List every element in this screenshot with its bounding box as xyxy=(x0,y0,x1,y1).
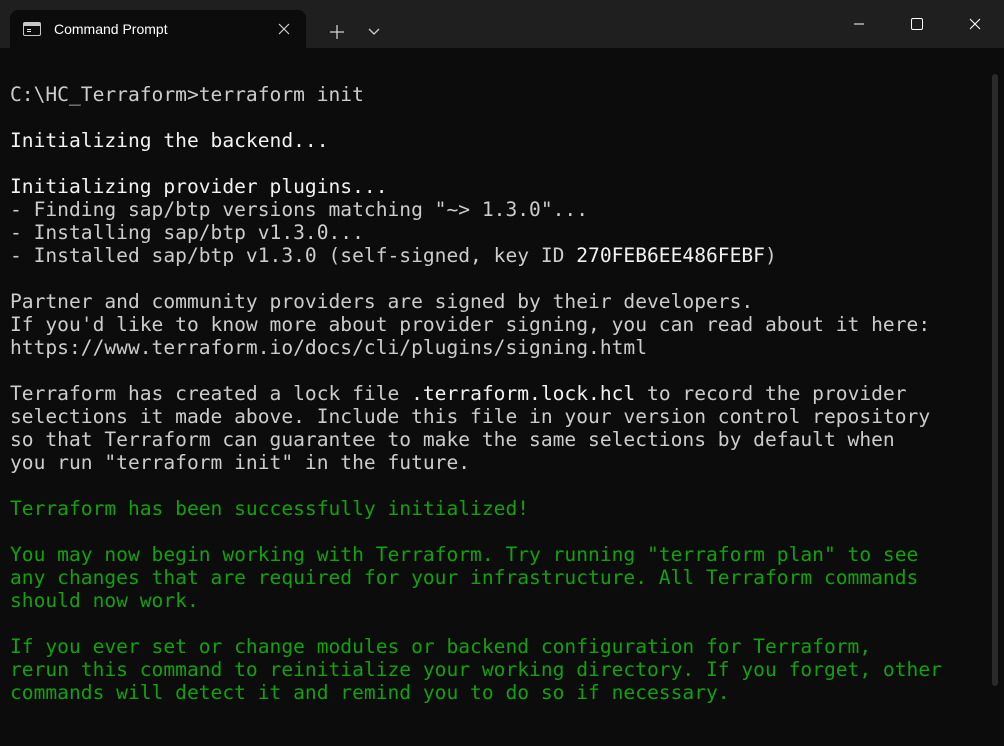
terminal-line: should now work. xyxy=(10,589,199,612)
scrollbar[interactable] xyxy=(992,74,998,686)
terminal-line: you run "terraform init" in the future. xyxy=(10,451,471,474)
terminal-line: Initializing the backend... xyxy=(10,129,329,152)
plus-icon xyxy=(330,25,344,39)
terminal-line: You may now begin working with Terraform… xyxy=(10,543,919,566)
terminal-line: - Finding sap/btp versions matching "~> … xyxy=(10,198,589,221)
terminal-window: Command Prompt C:\HC_Terraform>terraform… xyxy=(0,0,1004,746)
terminal-line: Terraform has been successfully initiali… xyxy=(10,497,530,520)
maximize-button[interactable] xyxy=(888,0,946,48)
terminal-line: - Installed sap/btp v1.3.0 (self-signed,… xyxy=(10,244,777,267)
terminal-line: - Installing sap/btp v1.3.0... xyxy=(10,221,364,244)
command-prompt-icon xyxy=(23,22,41,36)
terminal-area[interactable]: C:\HC_Terraform>terraform init Initializi… xyxy=(0,48,1004,746)
new-tab-button[interactable] xyxy=(324,19,350,45)
terminal-line: rerun this command to reinitialize your … xyxy=(10,658,942,681)
terminal-line: so that Terraform can guarantee to make … xyxy=(10,428,895,451)
terminal-line: Initializing provider plugins... xyxy=(10,175,388,198)
highlighted-text: 270FEB6EE486FEBF xyxy=(576,244,765,267)
terminal-line: Partner and community providers are sign… xyxy=(10,290,754,313)
tab-command-prompt[interactable]: Command Prompt xyxy=(10,10,306,49)
tab-close-button[interactable] xyxy=(274,19,294,39)
terminal-output: C:\HC_Terraform>terraform init Initializi… xyxy=(10,83,942,704)
close-icon xyxy=(278,23,290,35)
tab-dropdown-button[interactable] xyxy=(362,19,386,45)
terminal-line: C:\HC_Terraform>terraform init xyxy=(10,83,364,106)
terminal-line: If you'd like to know more about provide… xyxy=(10,313,931,336)
chevron-down-icon xyxy=(368,28,380,35)
tab-title: Command Prompt xyxy=(54,21,168,37)
terminal-line: commands will detect it and remind you t… xyxy=(10,681,730,704)
maximize-icon xyxy=(911,18,923,30)
close-icon xyxy=(969,18,981,30)
title-bar[interactable]: Command Prompt xyxy=(0,0,1004,49)
terminal-line: If you ever set or change modules or bac… xyxy=(10,635,872,658)
terminal-line: https://www.terraform.io/docs/cli/plugin… xyxy=(10,336,648,359)
minimize-button[interactable] xyxy=(830,0,888,48)
close-window-button[interactable] xyxy=(946,0,1004,48)
highlighted-text: .terraform.lock.hcl xyxy=(411,382,636,405)
terminal-line: any changes that are required for your i… xyxy=(10,566,919,589)
terminal-line: Terraform has created a lock file .terra… xyxy=(10,382,907,405)
minimize-icon xyxy=(854,23,864,25)
terminal-line: selections it made above. Include this f… xyxy=(10,405,931,428)
